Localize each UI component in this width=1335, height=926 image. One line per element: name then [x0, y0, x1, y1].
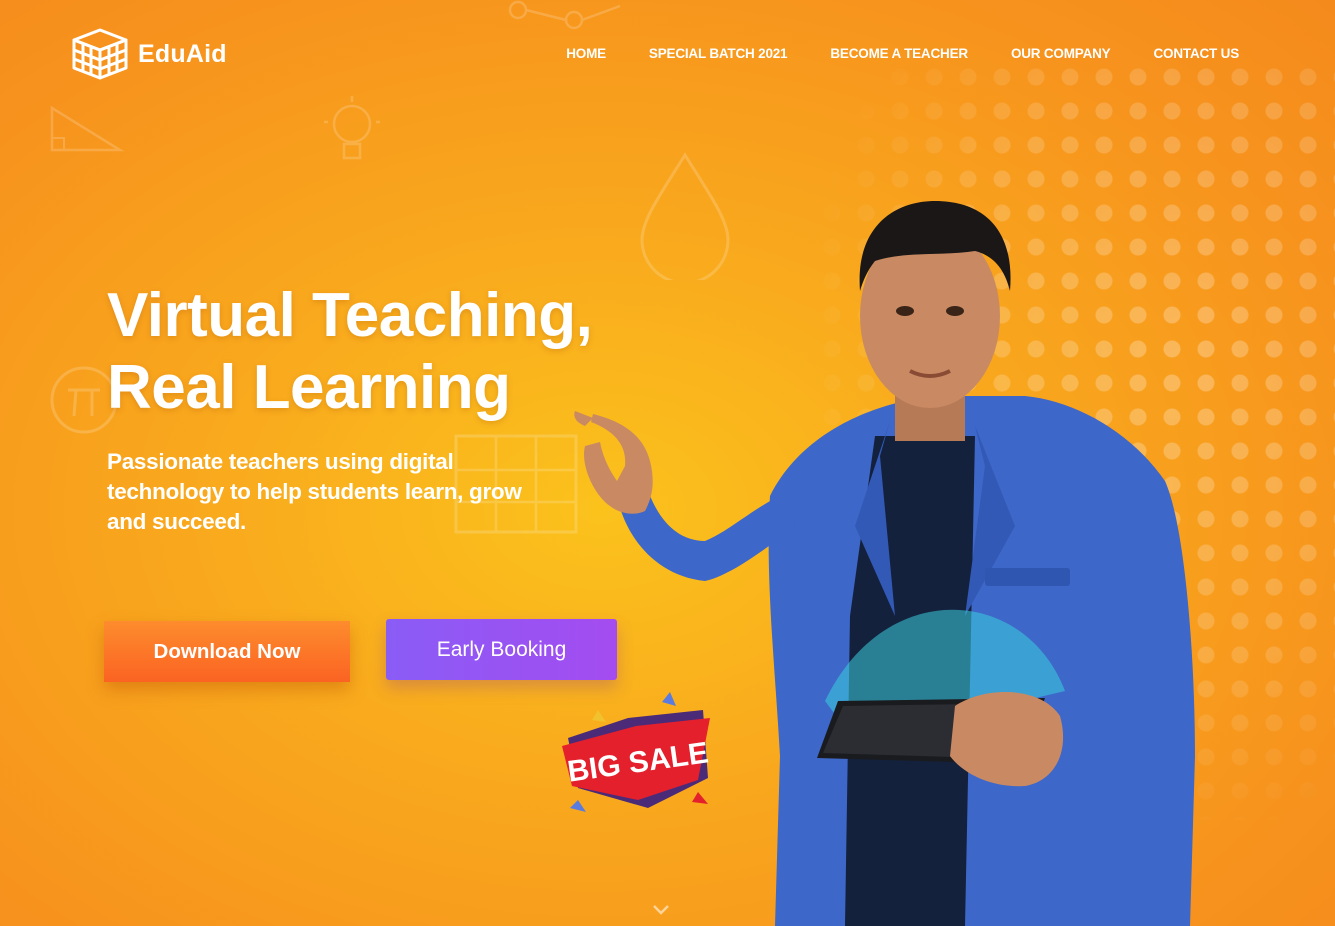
network-icon: [508, 0, 621, 30]
hero-title: Virtual Teaching, Real Learning: [107, 280, 593, 424]
nav-become-teacher[interactable]: BECOME A TEACHER: [830, 46, 968, 61]
big-sale-badge: BIG SALE: [562, 692, 710, 812]
nav-home[interactable]: HOME: [566, 46, 606, 61]
hero-subtitle: Passionate teachers using digital techno…: [107, 449, 522, 534]
brand-name: EduAid: [138, 39, 227, 68]
nav-contact-us[interactable]: CONTACT US: [1154, 46, 1240, 61]
download-now-button[interactable]: Download Now: [104, 621, 350, 682]
triangle-icon: [50, 105, 125, 152]
lightbulb-icon: [324, 96, 380, 160]
brand-logo[interactable]: EduAid: [70, 26, 227, 82]
nav-special-batch[interactable]: SPECIAL BATCH 2021: [649, 46, 788, 61]
hero-title-line-1: Virtual Teaching,: [107, 281, 593, 350]
chevron-down-icon[interactable]: [652, 904, 670, 916]
hero-title-line-2: Real Learning: [107, 353, 511, 422]
nav-our-company[interactable]: OUR COMPANY: [1011, 46, 1111, 61]
cube-stack-icon: [72, 28, 128, 80]
main-nav: HOME SPECIAL BATCH 2021 BECOME A TEACHER…: [566, 46, 1239, 61]
